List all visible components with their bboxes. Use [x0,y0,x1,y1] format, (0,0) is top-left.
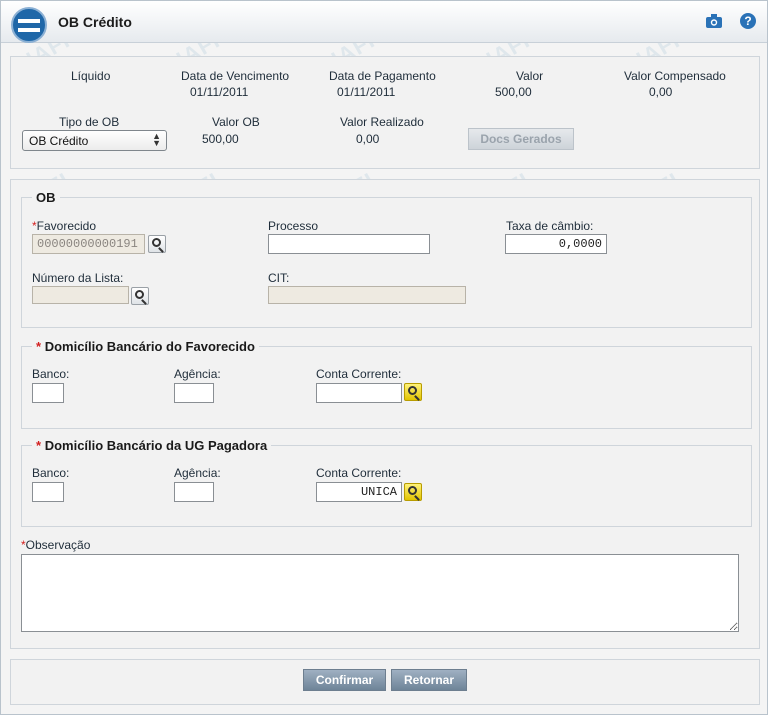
cit-label: CIT: [268,271,290,285]
tipo-ob-label: Tipo de OB [59,115,120,129]
window-header: OB Crédito ? [1,1,767,43]
observacao-label: *Observação [21,538,91,552]
ug-conta-lookup-button[interactable] [404,483,422,501]
ug-conta-label: Conta Corrente: [316,466,402,480]
valor-realizado-label: Valor Realizado [340,115,424,129]
ug-conta-input[interactable] [316,482,402,502]
window-frame: SIAFI SIAFI SIAFI SIAFI SIAFI SIAFI SIAF… [0,0,768,715]
page-title: OB Crédito [58,14,132,30]
data-pagamento-value: 01/11/2011 [337,85,396,99]
search-icon [408,386,417,395]
favorecido-input[interactable] [32,234,145,254]
cit-input[interactable] [268,286,466,304]
siafi-logo-icon [11,7,47,43]
observacao-textarea[interactable] [21,554,739,632]
processo-input[interactable] [268,234,430,254]
valor-ob-label: Valor OB [212,115,260,129]
favorecido-conta-lookup-button[interactable] [404,383,422,401]
help-icon[interactable]: ? [740,13,756,29]
valor-compensado-label: Valor Compensado [624,69,726,83]
camera-icon[interactable] [705,13,723,29]
valor-compensado-value: 0,00 [649,85,673,99]
confirmar-button[interactable]: Confirmar [303,669,386,691]
favorecido-agencia-input[interactable] [174,383,214,403]
taxa-cambio-label: Taxa de câmbio: [506,219,594,233]
data-vencimento-value: 01/11/2011 [190,85,249,99]
ug-banco-label: Banco: [32,466,70,480]
favorecido-banco-label: Banco: [32,367,70,381]
valor-value: 500,00 [495,85,532,99]
docs-gerados-button[interactable]: Docs Gerados [468,128,574,150]
numero-lista-label: Número da Lista: [32,271,124,285]
valor-label: Valor [516,69,544,83]
favorecido-conta-input[interactable] [316,383,402,403]
valor-realizado-value: 0,00 [356,132,380,146]
favorecido-conta-label: Conta Corrente: [316,367,402,381]
numero-lista-input[interactable] [32,286,129,304]
domicilio-ug-legend: * Domicílio Bancário da UG Pagadora [36,438,268,453]
taxa-cambio-input[interactable] [505,234,607,254]
tipo-ob-selected-value: OB Crédito [29,134,89,148]
favorecido-lookup-button[interactable] [148,235,166,253]
select-arrows-icon: ▲ ▼ [152,131,161,148]
search-icon [408,486,417,495]
ug-banco-input[interactable] [32,482,64,502]
search-icon [135,290,144,299]
processo-label: Processo [268,219,319,233]
data-vencimento-label: Data de Vencimento [181,69,290,83]
tipo-ob-select[interactable]: OB Crédito ▲ ▼ [22,130,167,151]
favorecido-label: *Favorecido [32,219,97,233]
ob-fieldset: OB [21,190,752,328]
data-pagamento-label: Data de Pagamento [329,69,436,83]
ug-agencia-label: Agência: [174,466,221,480]
favorecido-banco-input[interactable] [32,383,64,403]
ob-legend: OB [36,190,56,205]
valor-ob-value: 500,00 [202,132,239,146]
search-icon [152,238,161,247]
liquido-label: Líquido [71,69,111,83]
retornar-button[interactable]: Retornar [391,669,467,691]
ug-agencia-input[interactable] [174,482,214,502]
domicilio-favorecido-legend: * Domicílio Bancário do Favorecido [36,339,255,354]
favorecido-agencia-label: Agência: [174,367,221,381]
numero-lista-lookup-button[interactable] [131,287,149,305]
